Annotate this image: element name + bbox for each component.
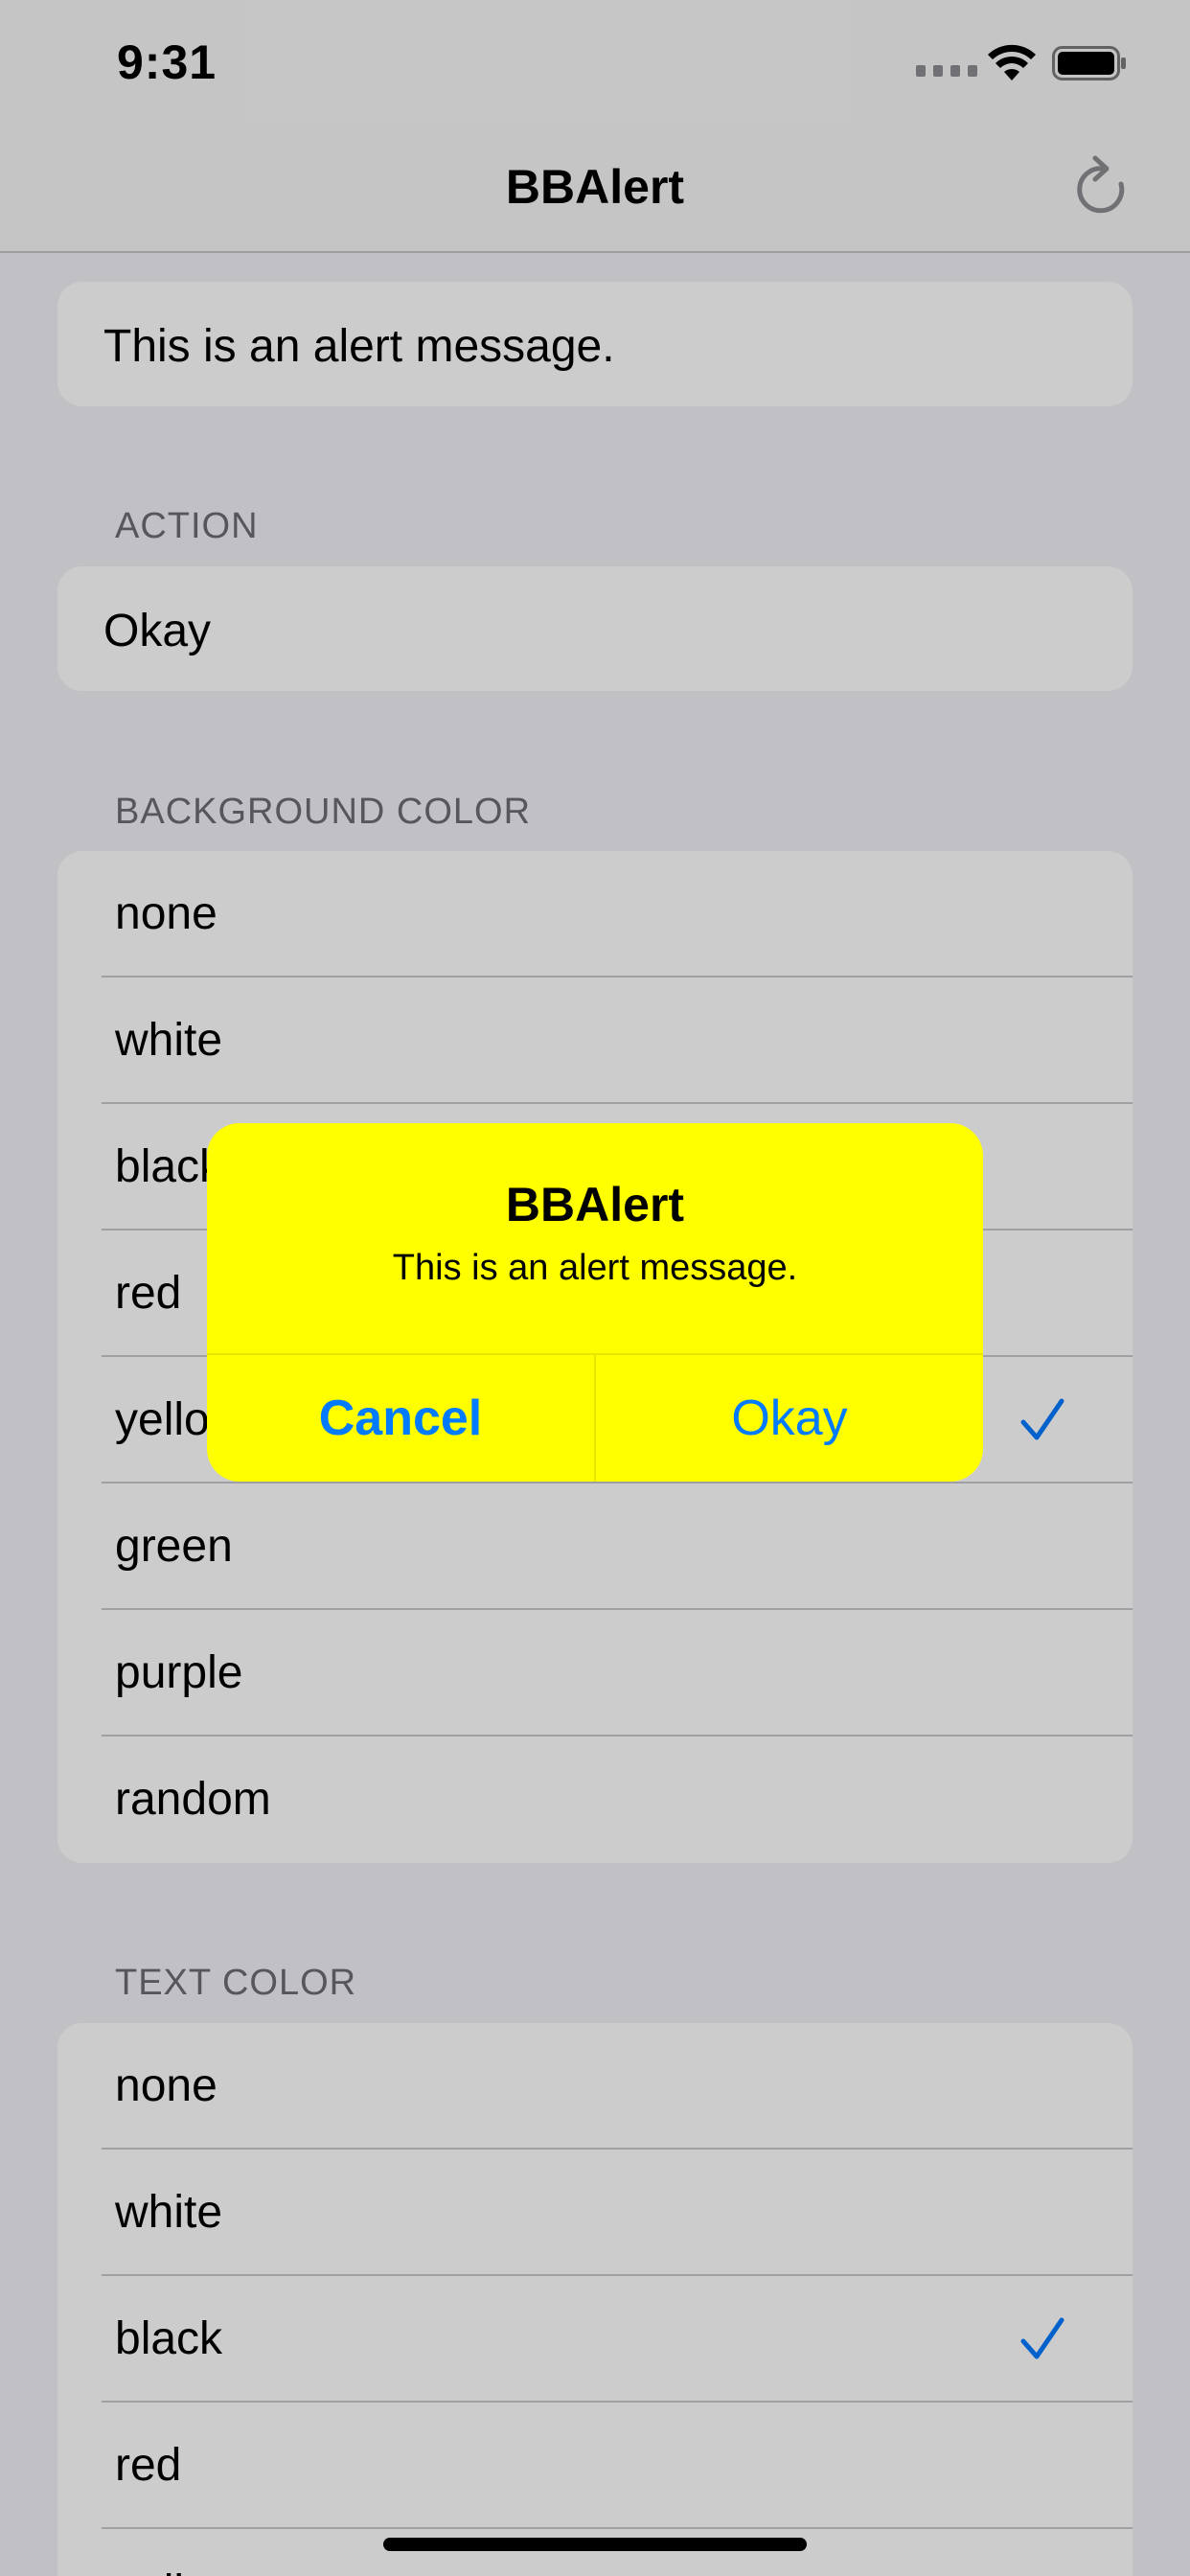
home-indicator [383, 2538, 807, 2551]
cancel-button[interactable]: Cancel [207, 1355, 594, 1482]
app-screen: 9:31 BBAlert This is an alert message. A… [0, 0, 1190, 2576]
okay-button[interactable]: Okay [596, 1355, 983, 1482]
alert-message: This is an alert message. [392, 1248, 798, 1288]
alert-dialog: BBAlert This is an alert message. Cancel… [207, 1123, 983, 1482]
alert-title: BBAlert [505, 1178, 685, 1231]
